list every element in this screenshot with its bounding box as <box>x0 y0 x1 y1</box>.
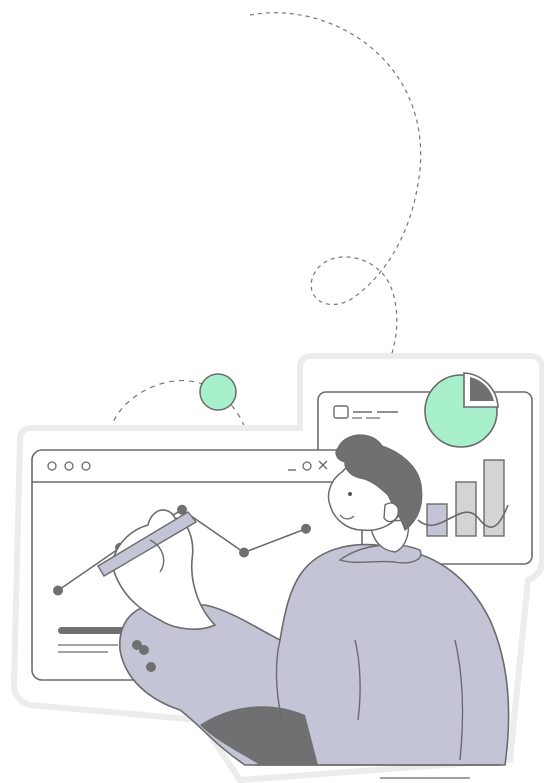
sleeve-button <box>139 645 149 655</box>
line-point <box>53 585 63 596</box>
bar <box>483 459 505 537</box>
eye <box>348 492 352 496</box>
line-point <box>301 523 311 534</box>
ear <box>383 502 399 523</box>
bar <box>455 481 477 537</box>
sparkle-circle-icon <box>199 373 237 411</box>
sleeve-button <box>146 662 156 672</box>
dashed-curl-path <box>249 12 422 373</box>
line-point <box>239 547 249 558</box>
illustration-stage <box>0 0 544 783</box>
bar <box>426 503 448 537</box>
pie-chart <box>424 372 499 448</box>
analytics-illustration <box>10 12 544 783</box>
